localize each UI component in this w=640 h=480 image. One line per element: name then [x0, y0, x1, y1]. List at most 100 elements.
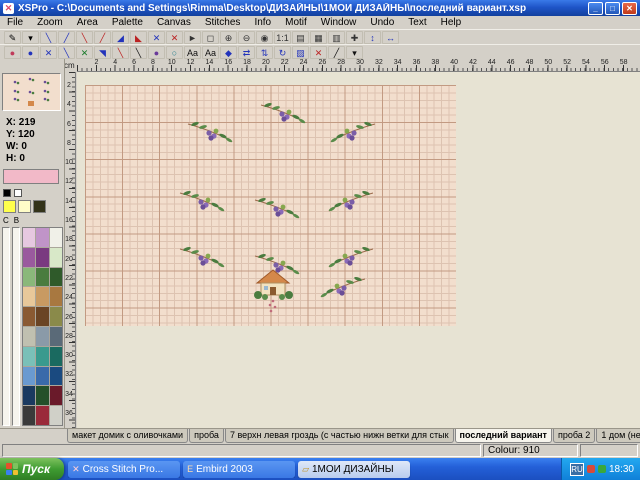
background-color-icon[interactable]: ●: [22, 46, 39, 59]
volume-tray-icon[interactable]: [598, 465, 606, 473]
grid-toggle-icon[interactable]: ▦: [310, 31, 327, 44]
palette-swatch[interactable]: [23, 347, 35, 366]
palette-swatch[interactable]: [23, 406, 35, 425]
palette-swatch[interactable]: [50, 307, 62, 326]
quarter-stitch-red-icon[interactable]: ◣: [130, 31, 147, 44]
menu-item[interactable]: Area: [70, 16, 105, 29]
font-large-icon[interactable]: Aa: [202, 46, 219, 59]
taskbar-task[interactable]: E Embird 2003: [183, 461, 295, 478]
menu-item[interactable]: Help: [434, 16, 469, 29]
ruler-toggle-icon[interactable]: ▥: [328, 31, 345, 44]
full-stitch-color-icon[interactable]: ✕: [40, 46, 57, 59]
palette-swatch[interactable]: [50, 347, 62, 366]
select-tool-icon[interactable]: ►: [184, 31, 201, 44]
palette-swatch[interactable]: [33, 200, 46, 213]
menu-item[interactable]: Palette: [105, 16, 150, 29]
start-button[interactable]: Пуск: [0, 458, 64, 480]
palette-swatch[interactable]: [23, 367, 35, 386]
backstitch-black-icon[interactable]: ╲: [130, 46, 147, 59]
tool-dropdown-icon[interactable]: ▾: [22, 31, 39, 44]
half-stitch-color-icon[interactable]: ╲: [58, 46, 75, 59]
palette-swatch[interactable]: [23, 386, 35, 405]
pan-tool-icon[interactable]: ✚: [346, 31, 363, 44]
menu-item[interactable]: Info: [247, 16, 278, 29]
quarter-stitch-blue-icon[interactable]: ◢: [112, 31, 129, 44]
minimize-button[interactable]: _: [588, 2, 603, 15]
palette-swatch[interactable]: [50, 268, 62, 287]
c-column[interactable]: [2, 227, 10, 426]
font-small-icon[interactable]: Aa: [184, 46, 201, 59]
palette-swatch[interactable]: [23, 327, 35, 346]
design-tab[interactable]: 1 дом (не весь для стыковки): [596, 429, 640, 443]
maximize-button[interactable]: □: [605, 2, 620, 15]
french-knot-icon[interactable]: ●: [148, 46, 165, 59]
taskbar-task[interactable]: ✕ Cross Stitch Pro...: [68, 461, 180, 478]
palette-swatch[interactable]: [36, 268, 48, 287]
zoom-in-icon[interactable]: ⊕: [220, 31, 237, 44]
palette-swatch[interactable]: [23, 268, 35, 287]
palette-swatch[interactable]: [50, 248, 62, 267]
flip-vertical-icon[interactable]: ⇅: [256, 46, 273, 59]
motif-library-icon[interactable]: ◆: [220, 46, 237, 59]
backstitch-red-icon[interactable]: ╲: [112, 46, 129, 59]
palette-swatch[interactable]: [23, 287, 35, 306]
pattern-fill-icon[interactable]: ▨: [292, 46, 309, 59]
palette-swatch[interactable]: [50, 367, 62, 386]
design-tab[interactable]: 7 верхн левая гроздь (с частью нижн ветк…: [225, 429, 454, 443]
line-tool-icon[interactable]: ╱: [328, 46, 345, 59]
menu-item[interactable]: Text: [401, 16, 433, 29]
menu-item[interactable]: Window: [314, 16, 364, 29]
palette-swatch[interactable]: [18, 200, 31, 213]
palette-swatch[interactable]: [36, 406, 48, 425]
b-column[interactable]: [12, 227, 20, 426]
scroll-horizontal-icon[interactable]: ↔: [382, 31, 399, 44]
flip-horizontal-icon[interactable]: ⇄: [238, 46, 255, 59]
half-stitch-se-icon[interactable]: ╱: [94, 31, 111, 44]
full-stitch-red-icon[interactable]: ✕: [166, 31, 183, 44]
palette-swatch[interactable]: [50, 287, 62, 306]
design-tab[interactable]: проба: [189, 429, 224, 443]
taskbar-task[interactable]: ▱ 1МОИ ДИЗАЙНЫ: [298, 461, 410, 478]
palette-swatch[interactable]: [36, 327, 48, 346]
zoom-out-icon[interactable]: ⊖: [238, 31, 255, 44]
menu-item[interactable]: Undo: [363, 16, 401, 29]
bead-icon[interactable]: ○: [166, 46, 183, 59]
full-stitch-blue-icon[interactable]: ✕: [148, 31, 165, 44]
palette-swatch[interactable]: [23, 307, 35, 326]
pencil-tool-icon[interactable]: ✎: [4, 31, 21, 44]
palette-swatch[interactable]: [3, 189, 11, 197]
palette-swatch[interactable]: [36, 386, 48, 405]
petite-stitch-icon[interactable]: ✕: [76, 46, 93, 59]
palette-swatch[interactable]: [36, 248, 48, 267]
palette-swatch[interactable]: [23, 228, 35, 247]
palette-swatch[interactable]: [3, 200, 16, 213]
menu-item[interactable]: File: [0, 16, 30, 29]
design-tab[interactable]: проба 2: [553, 429, 595, 443]
menu-item[interactable]: Canvas: [150, 16, 198, 29]
palette-swatch[interactable]: [36, 307, 48, 326]
language-indicator[interactable]: RU: [570, 463, 584, 476]
palette-swatch[interactable]: [36, 347, 48, 366]
palette-swatch[interactable]: [50, 327, 62, 346]
thread-color-icon[interactable]: ●: [4, 46, 21, 59]
close-button[interactable]: ✕: [622, 2, 637, 15]
palette-swatch[interactable]: [36, 367, 48, 386]
design-tab[interactable]: последний вариант: [455, 429, 552, 443]
scroll-vertical-icon[interactable]: ↕: [364, 31, 381, 44]
palette-swatch[interactable]: [36, 287, 48, 306]
three-quarter-stitch-icon[interactable]: ◥: [94, 46, 111, 59]
half-stitch-ne-icon[interactable]: ╱: [58, 31, 75, 44]
zoom-100-icon[interactable]: 1:1: [274, 31, 291, 44]
delete-stitch-icon[interactable]: ✕: [310, 46, 327, 59]
antivirus-tray-icon[interactable]: [587, 465, 595, 473]
more-tools-dropdown-icon[interactable]: ▾: [346, 46, 363, 59]
current-color-swatch[interactable]: [3, 169, 59, 184]
half-stitch-sw-icon[interactable]: ╲: [76, 31, 93, 44]
palette-swatch[interactable]: [50, 386, 62, 405]
palette-swatch[interactable]: [14, 189, 22, 197]
print-icon[interactable]: ▤: [292, 31, 309, 44]
design-tab[interactable]: макет домик с оливочками: [67, 429, 188, 443]
menu-item[interactable]: Motif: [278, 16, 314, 29]
menu-item[interactable]: Zoom: [30, 16, 70, 29]
zoom-area-icon[interactable]: ◉: [256, 31, 273, 44]
